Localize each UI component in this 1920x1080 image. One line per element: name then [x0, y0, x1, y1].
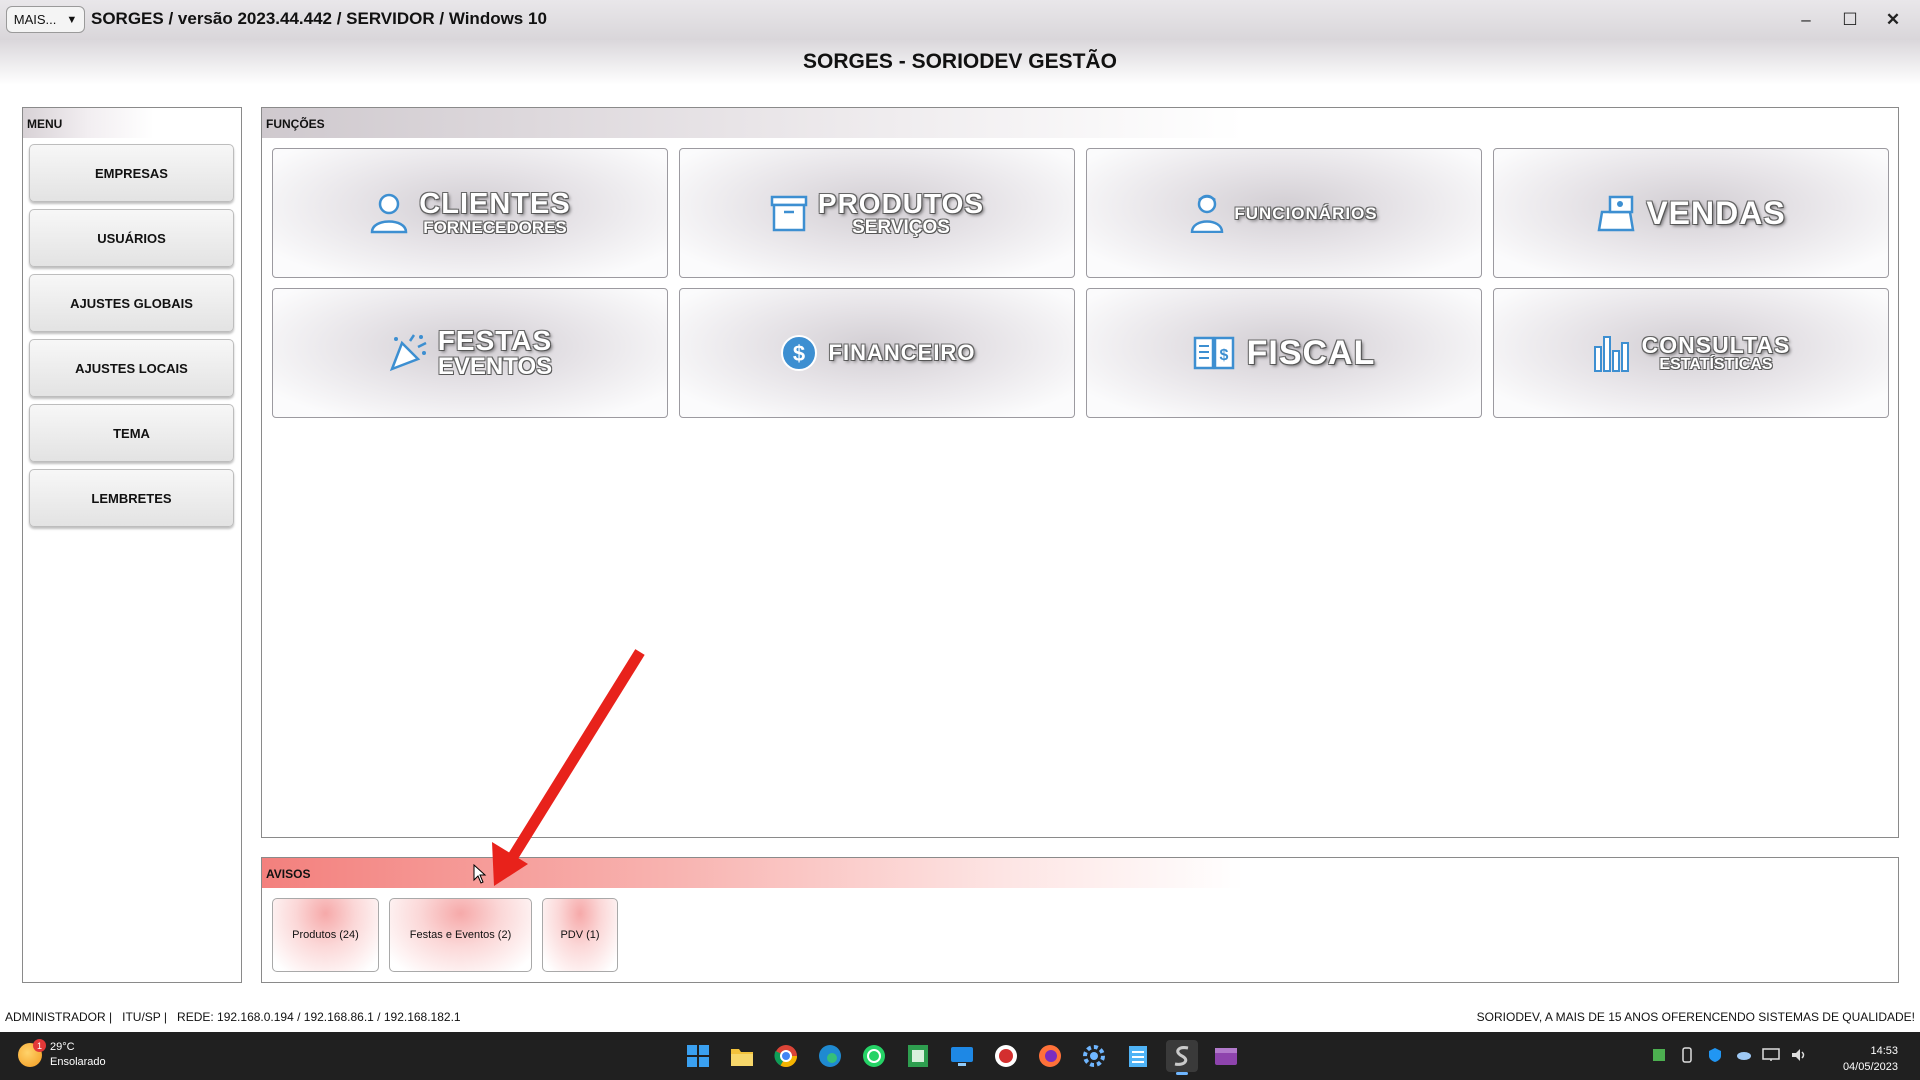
tile-consultas[interactable]: CONSULTAS ESTATÍSTICAS [1493, 288, 1889, 418]
network-icon[interactable] [1762, 1046, 1780, 1064]
sun-icon: 1 [18, 1039, 46, 1067]
tile-financeiro[interactable]: $ FINANCEIRO [679, 288, 1075, 418]
tile-clientes[interactable]: CLIENTES FORNECEDORES [272, 148, 668, 278]
status-slogan: SORIODEV, A MAIS DE 15 ANOS OFERENCENDO … [1476, 1010, 1915, 1024]
maximize-button[interactable]: ☐ [1833, 6, 1867, 34]
close-button[interactable]: ✕ [1876, 6, 1910, 34]
whatsapp-icon[interactable] [858, 1040, 890, 1072]
aviso-produtos-button[interactable]: Produtos (24) [272, 898, 379, 972]
tile-festas-title: FESTAS [437, 325, 553, 356]
volume-icon[interactable] [1790, 1046, 1808, 1064]
app-header: SORGES - SORIODEV GESTÃO [0, 40, 1920, 85]
avisos-panel: AVISOS Produtos (24) Festas e Eventos (2… [261, 857, 1899, 983]
weather-description: Ensolarado [50, 1056, 106, 1068]
tile-clientes-subtitle: FORNECEDORES [423, 218, 567, 237]
edge-icon[interactable] [814, 1040, 846, 1072]
tile-produtos-subtitle: SERVIÇOS [852, 216, 950, 238]
weather-badge: 1 [33, 1039, 46, 1052]
functions-panel-label: FUNÇÕES [262, 108, 1898, 138]
tile-fiscal[interactable]: $ FISCAL [1086, 288, 1482, 418]
dollar-icon: $ [779, 333, 819, 373]
menu-ajustes-locais-button[interactable]: AJUSTES LOCAIS [29, 339, 234, 397]
tile-funcionarios[interactable]: FUNCIONÁRIOS [1086, 148, 1482, 278]
windows-taskbar: 1 29°C Ensolarado 14:53 04/05/2023 [0, 1032, 1920, 1080]
tile-fiscal-title: FISCAL [1246, 334, 1376, 372]
remote-desktop-icon[interactable] [946, 1040, 978, 1072]
spreadsheet-icon[interactable] [902, 1040, 934, 1072]
mais-menu-button[interactable]: MAIS... ▼ [6, 6, 85, 33]
menu-empresas-button[interactable]: EMPRESAS [29, 144, 234, 202]
status-bar: ADMINISTRADOR | ITU/SP | REDE: 192.168.0… [0, 1006, 1920, 1026]
weather-widget[interactable]: 1 29°C Ensolarado [18, 1039, 106, 1070]
notepad-icon[interactable] [1122, 1040, 1154, 1072]
clock-time: 14:53 [1870, 1045, 1898, 1057]
aviso-pdv-button[interactable]: PDV (1) [542, 898, 618, 972]
tile-consultas-title: CONSULTAS [1641, 331, 1791, 358]
firefox-icon[interactable] [1034, 1040, 1066, 1072]
window-title: SORGES / versão 2023.44.442 / SERVIDOR /… [91, 9, 547, 28]
app-red-icon[interactable] [990, 1040, 1022, 1072]
app-title: SORGES - SORIODEV GESTÃO [803, 50, 1117, 73]
party-icon [388, 333, 428, 373]
bar-chart-icon [1592, 333, 1632, 373]
menu-panel-label: MENU [23, 108, 241, 138]
file-explorer-icon[interactable] [726, 1040, 758, 1072]
tile-vendas[interactable]: VENDAS [1493, 148, 1889, 278]
onedrive-icon[interactable] [1734, 1046, 1752, 1064]
svg-text:$: $ [792, 341, 804, 366]
aviso-festas-eventos-button[interactable]: Festas e Eventos (2) [389, 898, 532, 972]
menu-ajustes-globais-button[interactable]: AJUSTES GLOBAIS [29, 274, 234, 332]
video-editor-icon[interactable] [1210, 1040, 1242, 1072]
avisos-panel-label: AVISOS [262, 858, 1898, 888]
tile-festas-subtitle: EVENTOS [437, 353, 553, 380]
weather-temperature: 29°C [50, 1041, 75, 1053]
windows-start-icon[interactable] [682, 1040, 714, 1072]
dropdown-arrow-icon: ▼ [66, 13, 78, 26]
svg-text:$: $ [1219, 347, 1228, 364]
sorges-app-icon[interactable] [1166, 1040, 1198, 1075]
mais-label: MAIS... [13, 12, 57, 27]
security-shield-icon[interactable] [1706, 1046, 1724, 1064]
system-tray [1650, 1046, 1808, 1064]
tray-app-icon[interactable] [1650, 1046, 1668, 1064]
menu-tema-button[interactable]: TEMA [29, 404, 234, 462]
taskbar-apps [682, 1040, 1242, 1075]
clock-date: 04/05/2023 [1842, 1061, 1898, 1073]
tile-clientes-title: CLIENTES [419, 188, 571, 220]
tile-festas[interactable]: FESTAS EVENTOS [272, 288, 668, 418]
usb-icon[interactable] [1678, 1046, 1696, 1064]
tile-produtos-title: PRODUTOS [817, 187, 985, 219]
employee-icon [1190, 193, 1224, 233]
status-user-network: ADMINISTRADOR | ITU/SP | REDE: 192.168.0… [5, 1010, 461, 1024]
functions-panel: FUNÇÕES CLIENTES FORNECEDORES PRODUTOS S… [261, 107, 1899, 838]
menu-lembretes-button[interactable]: LEMBRETES [29, 469, 234, 527]
title-bar: MAIS... ▼ SORGES / versão 2023.44.442 / … [0, 0, 1920, 40]
menu-panel: MENU EMPRESAS USUÁRIOS AJUSTES GLOBAIS A… [22, 107, 242, 983]
person-icon [369, 192, 409, 234]
settings-icon[interactable] [1078, 1040, 1110, 1072]
system-clock[interactable]: 14:53 04/05/2023 [1843, 1043, 1898, 1075]
minimize-button[interactable]: – [1789, 6, 1823, 34]
chrome-icon[interactable] [770, 1040, 802, 1072]
box-icon [770, 194, 808, 232]
document-dollar-icon: $ [1193, 334, 1237, 372]
tile-consultas-subtitle: ESTATÍSTICAS [1659, 355, 1773, 373]
tile-produtos[interactable]: PRODUTOS SERVIÇOS [679, 148, 1075, 278]
tile-financeiro-title: FINANCEIRO [828, 340, 976, 365]
tile-vendas-title: VENDAS [1646, 195, 1786, 231]
menu-usuarios-button[interactable]: USUÁRIOS [29, 209, 234, 267]
tile-funcionarios-title: FUNCIONÁRIOS [1234, 203, 1378, 223]
cash-register-icon [1596, 194, 1636, 232]
